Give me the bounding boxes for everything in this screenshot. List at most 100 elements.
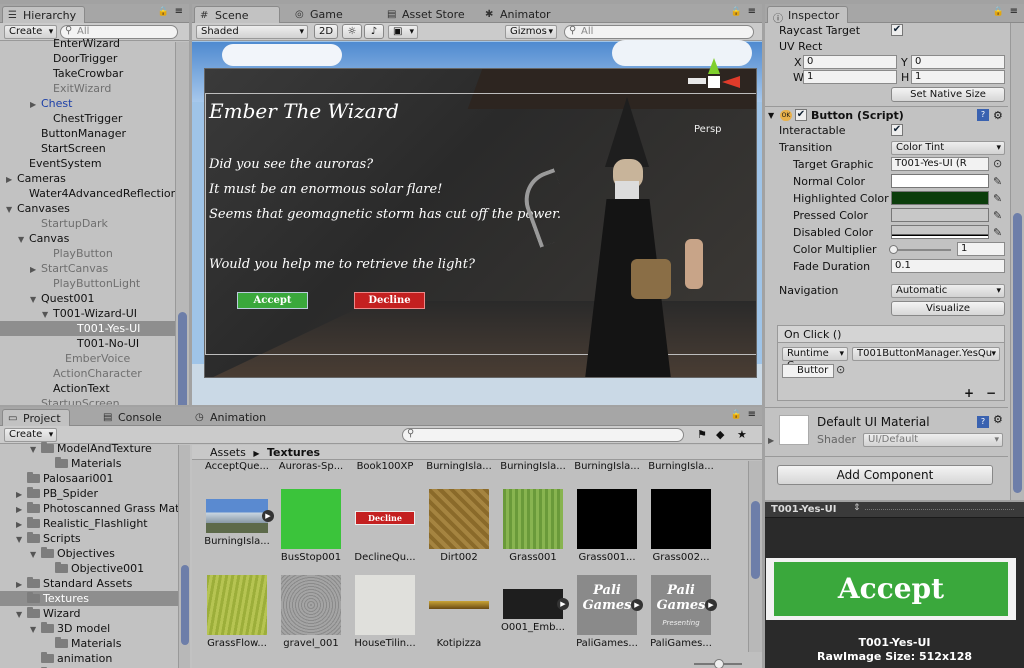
assets-scrollbar[interactable] xyxy=(748,461,762,652)
shading-dropdown[interactable]: Shaded xyxy=(196,25,308,39)
asset-item[interactable]: BurningIsla... xyxy=(572,461,642,472)
tab-animation[interactable]: ◷ Animation xyxy=(190,409,274,426)
asset-item[interactable]: BurningIsla... xyxy=(646,461,716,472)
asset-item[interactable]: GrassFlow... xyxy=(202,575,272,649)
color-multiplier-slider[interactable] xyxy=(889,245,951,254)
fade-duration-field[interactable]: 0.1 xyxy=(891,259,1005,273)
tab-asset-store[interactable]: ▤ Asset Store xyxy=(382,6,473,23)
book-icon[interactable]: ? xyxy=(977,109,989,121)
hierarchy-item[interactable]: ▼ Canvas xyxy=(0,231,175,246)
play-preview-icon[interactable]: ▶ xyxy=(262,510,274,522)
lock-icon[interactable]: 🔒 xyxy=(731,7,742,17)
asset-item[interactable]: Pali Games ▶ PaliGames... xyxy=(572,575,643,649)
asset-item[interactable]: Grass002... xyxy=(646,489,716,563)
asset-item[interactable]: Decline DeclineQu... xyxy=(350,489,420,563)
asset-item[interactable]: BurningIsla... xyxy=(498,461,568,472)
panel-menu-icon[interactable]: ≡ xyxy=(748,409,756,420)
foldout-arrow-icon[interactable]: ▼ xyxy=(18,232,29,247)
effects-dropdown[interactable]: ▣ xyxy=(388,25,418,39)
breadcrumb-textures[interactable]: Textures xyxy=(267,446,320,459)
foldout-arrow-icon[interactable]: ▶ xyxy=(768,436,774,445)
add-listener-button[interactable]: + xyxy=(964,386,974,400)
y-field[interactable]: 0 xyxy=(911,55,1005,69)
eyedropper-icon[interactable]: ✎ xyxy=(993,190,1002,207)
project-folder[interactable]: ▶ Photoscanned Grass Materi xyxy=(0,501,178,516)
remove-listener-button[interactable]: − xyxy=(986,386,996,400)
project-tree-scrollbar[interactable] xyxy=(178,445,190,668)
project-folder[interactable]: ▶ PB_Spider xyxy=(0,486,178,501)
asset-item[interactable]: ▶ O001_Emb... xyxy=(498,575,569,633)
asset-item[interactable]: Grass001 xyxy=(498,489,568,563)
asset-item[interactable]: HouseTilin... xyxy=(350,575,420,649)
button-enabled-checkbox[interactable]: ✔ xyxy=(795,109,807,121)
project-folder[interactable]: Objective001 xyxy=(0,561,178,576)
highlighted-color-swatch[interactable] xyxy=(891,191,989,205)
hierarchy-item[interactable]: ActionCharacter xyxy=(0,366,175,381)
hierarchy-item[interactable]: T001-No-UI xyxy=(0,336,175,351)
eyedropper-icon[interactable]: ✎ xyxy=(993,207,1002,224)
foldout-arrow-icon[interactable]: ▼ xyxy=(6,202,17,217)
panel-menu-icon[interactable]: ≡ xyxy=(1010,6,1018,17)
lock-icon[interactable]: 🔒 xyxy=(158,7,169,17)
filter-type-icon[interactable]: ⚑ xyxy=(697,428,707,441)
x-field[interactable]: 0 xyxy=(803,55,897,69)
hierarchy-item[interactable]: ▶ Chest xyxy=(0,96,175,111)
scrollbar-thumb[interactable] xyxy=(751,501,760,579)
foldout-arrow-icon[interactable]: ▶ xyxy=(16,487,27,502)
h-field[interactable]: 1 xyxy=(911,70,1005,84)
raycast-checkbox[interactable]: ✔ xyxy=(891,24,903,36)
scene-search-input[interactable]: All xyxy=(564,25,754,39)
scrollbar-thumb[interactable] xyxy=(1013,213,1022,493)
create-dropdown[interactable]: Create xyxy=(4,428,58,442)
w-field[interactable]: 1 xyxy=(803,70,897,84)
2d-toggle[interactable]: 2D xyxy=(314,24,338,39)
tab-console[interactable]: ▤ Console xyxy=(98,409,170,426)
hierarchy-item[interactable]: EnterWizard xyxy=(0,36,175,51)
foldout-arrow-icon[interactable]: ▼ xyxy=(30,622,41,637)
persp-label[interactable]: Persp xyxy=(694,124,722,135)
disabled-color-swatch[interactable] xyxy=(891,225,989,239)
navigation-dropdown[interactable]: Automatic xyxy=(891,284,1005,298)
hierarchy-item[interactable]: ExitWizard xyxy=(0,81,175,96)
object-picker-icon[interactable]: ⊙ xyxy=(993,155,1002,172)
zoom-slider[interactable] xyxy=(694,659,742,668)
transition-dropdown[interactable]: Color Tint xyxy=(891,141,1005,155)
hierarchy-item[interactable]: EventSystem xyxy=(0,156,175,171)
hierarchy-item[interactable]: EmberVoice xyxy=(0,351,175,366)
asset-item[interactable]: Pali Games Presenting ▶ PaliGames... xyxy=(646,575,717,649)
play-preview-icon[interactable]: ▶ xyxy=(631,599,643,611)
hierarchy-item[interactable]: ▶ Cameras xyxy=(0,171,175,186)
project-folder[interactable]: ▼ Wizard xyxy=(0,606,178,621)
decline-button[interactable]: Decline xyxy=(354,292,425,309)
favorite-icon[interactable]: ★ xyxy=(737,428,747,441)
panel-menu-icon[interactable]: ≡ xyxy=(748,6,756,17)
lock-icon[interactable]: 🔒 xyxy=(993,7,1004,17)
scrollbar-thumb[interactable] xyxy=(178,312,187,405)
interactable-checkbox[interactable]: ✔ xyxy=(891,124,903,136)
preview-header-grip[interactable] xyxy=(865,509,1014,511)
lighting-toggle[interactable]: ☼ xyxy=(342,24,362,39)
onclick-object-field[interactable]: Buttor xyxy=(782,364,834,378)
hierarchy-item[interactable]: StartupDark xyxy=(0,216,175,231)
hierarchy-item[interactable]: ▼ Canvases xyxy=(0,201,175,216)
asset-item[interactable]: BurningIsla... xyxy=(424,461,494,472)
hierarchy-item[interactable]: Water4AdvancedReflection xyxy=(0,186,175,201)
asset-item[interactable]: gravel_001 xyxy=(276,575,346,649)
gizmos-dropdown[interactable]: Gizmos xyxy=(505,25,557,39)
gear-icon[interactable]: ⚙ xyxy=(993,413,1003,426)
hierarchy-item[interactable]: ▶ StartCanvas xyxy=(0,261,175,276)
normal-color-swatch[interactable] xyxy=(891,174,989,188)
project-folder[interactable]: Materials xyxy=(0,456,178,471)
project-folder[interactable]: ▶ Standard Assets xyxy=(0,576,178,591)
foldout-arrow-icon[interactable]: ▶ xyxy=(16,517,27,532)
hierarchy-item[interactable]: PlayButton xyxy=(0,246,175,261)
project-folder[interactable]: ▼ 3D model xyxy=(0,621,178,636)
foldout-arrow-icon[interactable]: ▶ xyxy=(16,502,27,517)
project-folder[interactable]: Palosaari001 xyxy=(0,471,178,486)
foldout-arrow-icon[interactable]: ▶ xyxy=(30,262,41,277)
add-component-button[interactable]: Add Component xyxy=(777,465,993,485)
asset-item[interactable]: ▶ BurningIsla... xyxy=(202,489,274,547)
asset-item[interactable]: Book100XP xyxy=(350,461,420,472)
function-dropdown[interactable]: T001ButtonManager.YesQu xyxy=(852,347,1000,361)
asset-item[interactable]: BusStop001 xyxy=(276,489,346,563)
